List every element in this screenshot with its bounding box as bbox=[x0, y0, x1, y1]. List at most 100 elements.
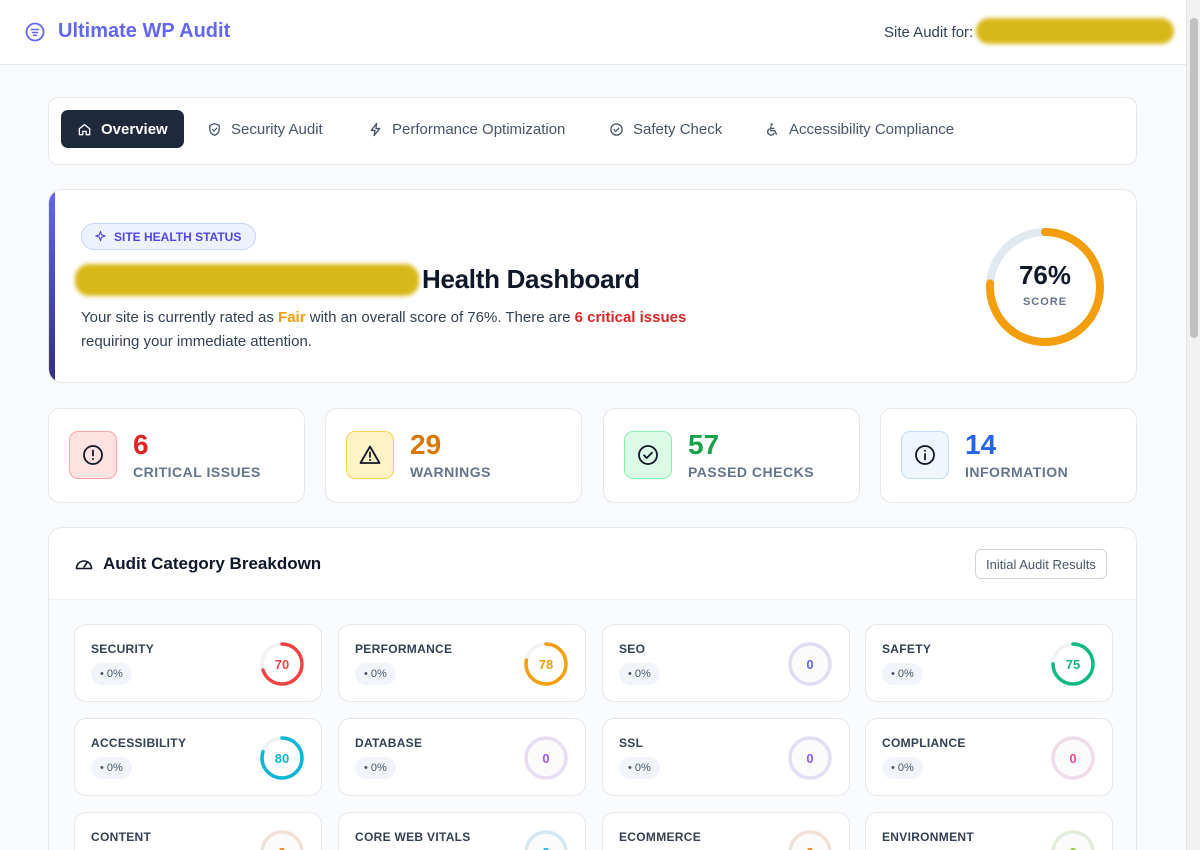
category-percent: • 0% bbox=[355, 663, 396, 685]
category-score: 0 bbox=[806, 750, 814, 766]
category-name: PERFORMANCE bbox=[355, 642, 453, 656]
redacted-site-name bbox=[75, 264, 419, 296]
category-name: ECOMMERCE bbox=[619, 830, 702, 844]
status-badge: SITE HEALTH STATUS bbox=[81, 223, 257, 250]
tab-overview[interactable]: Overview bbox=[61, 110, 184, 148]
bolt-icon bbox=[370, 122, 381, 136]
category-percent: • 0% bbox=[882, 663, 923, 685]
warning-triangle-icon bbox=[359, 445, 381, 464]
category-percent: • 0% bbox=[91, 757, 132, 779]
stat-icon-box bbox=[346, 431, 394, 479]
check-circle-icon bbox=[638, 445, 658, 465]
category-card-database[interactable]: DATABASE • 0% 0 bbox=[338, 718, 586, 796]
category-name: SSL bbox=[619, 736, 644, 750]
info-circle-icon bbox=[915, 445, 935, 465]
initial-audit-results-button[interactable]: Initial Audit Results bbox=[975, 549, 1107, 579]
category-card-performance[interactable]: PERFORMANCE • 0% 78 bbox=[338, 624, 586, 702]
stat-value: 14 bbox=[965, 429, 997, 460]
audit-breakdown-panel: Audit Category Breakdown Initial Audit R… bbox=[48, 527, 1137, 850]
category-card-ecommerce[interactable]: ECOMMERCE •0% 0 bbox=[602, 812, 850, 850]
gauge-icon bbox=[75, 560, 93, 570]
category-score: 75 bbox=[1065, 656, 1081, 672]
category-score: 0 bbox=[522, 828, 570, 850]
tab-bar: Overview Security Audit Performance Opti… bbox=[48, 97, 1137, 165]
home-icon bbox=[78, 123, 91, 135]
category-score: 0 bbox=[1069, 750, 1077, 766]
tab-label: Security Audit bbox=[231, 120, 323, 138]
tab-security-audit[interactable]: Security Audit bbox=[191, 110, 339, 148]
category-score: 0 bbox=[786, 828, 834, 850]
scrollbar-thumb[interactable] bbox=[1190, 18, 1198, 338]
category-card-safety[interactable]: SAFETY • 0% 75 bbox=[865, 624, 1113, 702]
summary-text: Your site is currently rated as bbox=[81, 309, 279, 326]
stat-value: 29 bbox=[410, 429, 442, 460]
accessibility-icon bbox=[767, 122, 778, 136]
category-percent: • 0% bbox=[619, 757, 660, 779]
summary-text: with an overall score of 76%. There are bbox=[305, 309, 575, 326]
tab-label: Accessibility Compliance bbox=[789, 120, 955, 138]
category-score: 0 bbox=[542, 750, 550, 766]
category-name: COMPLIANCE bbox=[882, 736, 966, 750]
tab-safety-check[interactable]: Safety Check bbox=[593, 110, 738, 148]
page-scrollbar[interactable] bbox=[1186, 0, 1200, 850]
category-grid: SECURITY • 0% 70 PERFORMANCE • 0% 78 SEO •… bbox=[49, 600, 1136, 850]
tab-accessibility-compliance[interactable]: Accessibility Compliance bbox=[749, 110, 970, 148]
category-score: 0 bbox=[806, 656, 814, 672]
redacted-site-url bbox=[976, 18, 1174, 44]
accent-bar bbox=[49, 190, 55, 382]
category-card-content[interactable]: CONTENT •0% 0 bbox=[74, 812, 322, 850]
category-name: ACCESSIBILITY bbox=[91, 736, 187, 750]
app-title: Ultimate WP Audit bbox=[58, 20, 231, 42]
category-name: CORE WEB VITALS bbox=[355, 830, 471, 844]
audit-logo-icon bbox=[25, 22, 45, 42]
category-name: SECURITY bbox=[91, 642, 155, 656]
category-percent: • 0% bbox=[619, 663, 660, 685]
category-card-accessibility[interactable]: ACCESSIBILITY • 0% 80 bbox=[74, 718, 322, 796]
alert-circle-icon bbox=[83, 445, 103, 465]
category-score: 0 bbox=[1049, 828, 1097, 850]
category-card-environment[interactable]: ENVIRONMENT •0% 0 bbox=[865, 812, 1113, 850]
tab-performance-optimization[interactable]: Performance Optimization bbox=[352, 110, 581, 148]
category-percent: • 0% bbox=[91, 663, 132, 685]
site-health-card: SITE HEALTH STATUS Health Dashboard Your… bbox=[48, 189, 1137, 383]
stat-label: CRITICAL ISSUES bbox=[133, 464, 261, 480]
critical-issues-link: 6 critical issues bbox=[574, 309, 687, 326]
stat-card-information: 14 INFORMATION bbox=[880, 408, 1137, 503]
shield-icon bbox=[209, 122, 220, 136]
category-card-seo[interactable]: SEO • 0% 0 bbox=[602, 624, 850, 702]
category-score: 70 bbox=[274, 656, 290, 672]
category-name: CONTENT bbox=[91, 830, 152, 844]
tab-label: Performance Optimization bbox=[392, 120, 566, 138]
check-circle-icon bbox=[610, 122, 623, 136]
score-label: SCORE bbox=[1022, 296, 1068, 308]
site-audit-label: Site Audit for: bbox=[884, 24, 974, 41]
stat-value: 57 bbox=[688, 429, 720, 460]
tab-label: Safety Check bbox=[633, 120, 723, 138]
category-score: 78 bbox=[538, 656, 554, 672]
tab-label: Overview bbox=[101, 120, 168, 138]
summary-text: requiring your immediate attention. bbox=[81, 333, 312, 350]
category-score: 0 bbox=[258, 828, 306, 850]
stat-icon-box bbox=[901, 431, 949, 479]
stat-card-warnings: 29 WARNINGS bbox=[325, 408, 582, 503]
breakdown-header: Audit Category Breakdown Initial Audit R… bbox=[49, 528, 1136, 600]
category-card-core-web-vitals[interactable]: CORE WEB VITALS •0% 0 bbox=[338, 812, 586, 850]
category-name: ENVIRONMENT bbox=[882, 830, 974, 844]
category-percent: • 0% bbox=[355, 757, 396, 779]
category-percent: • 0% bbox=[882, 757, 923, 779]
category-name: DATABASE bbox=[355, 736, 423, 750]
stat-label: PASSED CHECKS bbox=[688, 464, 815, 480]
category-name: SEO bbox=[619, 642, 646, 656]
category-card-security[interactable]: SECURITY • 0% 70 bbox=[74, 624, 322, 702]
stat-icon-box bbox=[624, 431, 672, 479]
category-card-compliance[interactable]: COMPLIANCE • 0% 0 bbox=[865, 718, 1113, 796]
sparkle-icon bbox=[95, 230, 106, 242]
status-badge-label: SITE HEALTH STATUS bbox=[114, 229, 242, 244]
stat-label: INFORMATION bbox=[965, 464, 1069, 480]
category-score: 80 bbox=[274, 750, 290, 766]
stat-icon-box bbox=[69, 431, 117, 479]
stat-card-critical: 6 CRITICAL ISSUES bbox=[48, 408, 305, 503]
page-title: Health Dashboard bbox=[422, 264, 640, 294]
rating-text: Fair bbox=[278, 309, 306, 326]
category-card-ssl[interactable]: SSL • 0% 0 bbox=[602, 718, 850, 796]
